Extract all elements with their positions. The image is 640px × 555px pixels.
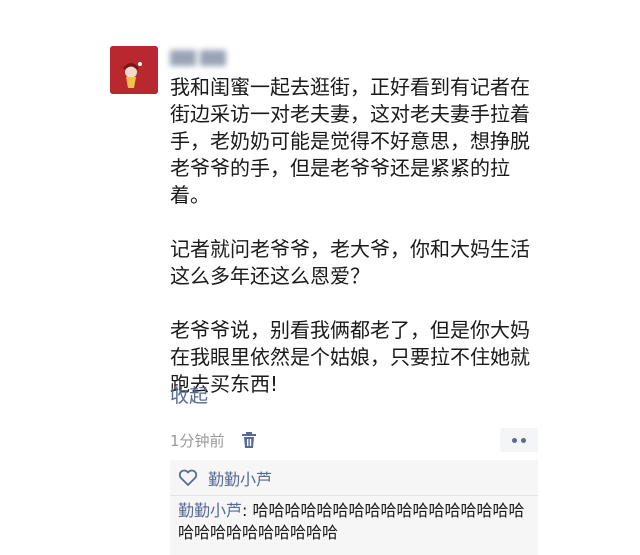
post-timestamp: 1分钟前 bbox=[170, 432, 225, 450]
collapse-link[interactable]: 收起 bbox=[170, 381, 208, 408]
comment-section: 勤勤小芦 勤勤小芦: 哈哈哈哈哈哈哈哈哈哈哈哈哈哈哈哈哈哈哈哈哈哈哈哈哈哈哈 bbox=[170, 460, 538, 555]
avatar[interactable] bbox=[110, 46, 158, 94]
dot bbox=[512, 437, 517, 443]
heart-outline-icon bbox=[178, 469, 198, 486]
comment-item[interactable]: 勤勤小芦: 哈哈哈哈哈哈哈哈哈哈哈哈哈哈哈哈哈哈哈哈哈哈哈哈哈哈哈 bbox=[178, 500, 534, 544]
username-redacted-block bbox=[200, 50, 226, 66]
post-paragraph: 记者就问老爷爷，老大爷，你和大妈生活这么多年还这么恩爱？ bbox=[170, 237, 530, 288]
comment-author[interactable]: 勤勤小芦 bbox=[178, 501, 242, 520]
comment-separator: : bbox=[242, 501, 253, 520]
trash-icon[interactable] bbox=[241, 431, 257, 449]
post-paragraph: 我和闺蜜一起去逛街，正好看到有记者在街边采访一对老夫妻，这对老夫妻手拉着手，老奶… bbox=[170, 75, 530, 207]
more-dots-icon[interactable] bbox=[500, 428, 538, 452]
like-row: 勤勤小芦 bbox=[178, 467, 272, 489]
post-paragraph: 老爷爷说，别看我俩都老了，但是你大妈在我眼里依然是个姑娘，只要拉不住她就跑去买东… bbox=[170, 318, 530, 396]
dot bbox=[521, 437, 526, 443]
divider bbox=[170, 495, 538, 496]
username[interactable] bbox=[170, 50, 230, 68]
username-redacted-block bbox=[170, 50, 196, 66]
avatar-image bbox=[110, 46, 158, 94]
like-name[interactable]: 勤勤小芦 bbox=[208, 466, 272, 490]
post-text: 我和闺蜜一起去逛街，正好看到有记者在街边采访一对老夫妻，这对老夫妻手拉着手，老奶… bbox=[170, 74, 542, 425]
